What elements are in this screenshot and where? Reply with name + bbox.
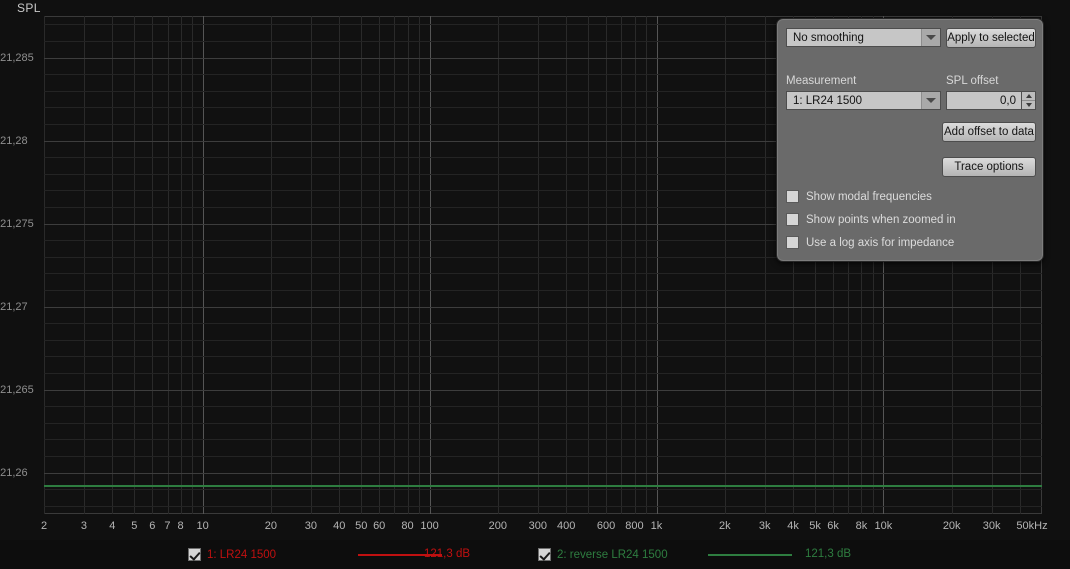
gridline-horizontal xyxy=(44,455,1042,457)
chevron-down-icon[interactable] xyxy=(921,92,940,109)
legend-label: 1: LR24 1500 xyxy=(207,548,277,561)
gridline-horizontal xyxy=(44,406,1042,408)
spinner-up-icon[interactable] xyxy=(1022,92,1035,101)
x-tick-label: 7 xyxy=(164,520,171,532)
x-tick-label: 10 xyxy=(196,520,209,532)
x-tick-label: 5k xyxy=(809,520,821,532)
x-tick-label: 30k xyxy=(982,520,1001,532)
x-tick-label: 3k xyxy=(758,520,771,532)
x-tick-label: 300 xyxy=(528,520,547,532)
gridline-horizontal xyxy=(44,273,1042,275)
x-tick-label: 5 xyxy=(131,520,138,532)
spl-offset-stepper[interactable]: 0,0 xyxy=(946,91,1036,110)
legend-item[interactable]: 1: LR24 1500 xyxy=(188,540,276,569)
y-tick-label: 121,285 xyxy=(0,51,34,64)
legend-value: 121,3 dB xyxy=(805,548,852,560)
y-tick-label: 121,275 xyxy=(0,217,34,230)
gridline-horizontal xyxy=(44,372,1042,374)
checkbox-label: Use a log axis for impedance xyxy=(806,236,955,249)
gridline-horizontal xyxy=(44,505,1042,507)
trace-line-2 xyxy=(44,484,1042,487)
panel-checkbox-row[interactable]: Use a log axis for impedance xyxy=(786,236,954,249)
gridline-horizontal xyxy=(44,356,1042,358)
measurement-combobox[interactable]: 1: LR24 1500 xyxy=(786,91,941,110)
x-tick-label: 80 xyxy=(401,520,414,532)
x-tick-label: 8 xyxy=(177,520,184,532)
checkbox-label: Show modal frequencies xyxy=(806,190,932,203)
gridline-horizontal xyxy=(44,339,1042,341)
legend-value: 121,3 dB xyxy=(424,548,471,560)
y-tick-label: 121,27 xyxy=(0,300,28,313)
x-tick-label: 1k xyxy=(650,520,663,532)
gridline-horizontal xyxy=(44,489,1042,491)
x-tick-label: 400 xyxy=(556,520,576,532)
x-tick-label: 6 xyxy=(149,520,156,532)
spl-offset-label: SPL offset xyxy=(946,75,999,87)
y-tick-label: 121,265 xyxy=(0,383,34,396)
x-tick-label: 3 xyxy=(80,520,88,532)
gridline-horizontal xyxy=(44,389,1042,391)
legend-item[interactable]: 2: reverse LR24 1500 xyxy=(538,540,668,569)
checkbox[interactable] xyxy=(786,236,799,249)
x-tick-label: 30 xyxy=(304,520,317,532)
x-tick-label: 4 xyxy=(109,520,116,532)
apply-to-selected-button[interactable]: Apply to selected xyxy=(946,28,1036,48)
y-tick-label: 121,28 xyxy=(0,134,28,147)
trace-options-button[interactable]: Trace options xyxy=(942,157,1036,177)
x-tick-label: 50 xyxy=(355,520,368,532)
gridline-horizontal xyxy=(44,323,1042,325)
trace-control-panel: No smoothing Apply to selected Measureme… xyxy=(776,18,1044,262)
x-tick-label: 2 xyxy=(40,520,48,532)
x-tick-label: 20k xyxy=(942,520,961,532)
x-tick-label: 20 xyxy=(264,520,278,532)
gridline-horizontal xyxy=(44,472,1042,474)
legend: 1: LR24 1500 121,3 dB 2: reverse LR24 1500… xyxy=(0,540,1070,569)
x-tick-label: 600 xyxy=(596,520,616,532)
y-tick-label: 121,26 xyxy=(0,466,28,479)
x-tick-label: 40 xyxy=(333,520,346,532)
legend-label: 2: reverse LR24 1500 xyxy=(557,548,668,561)
gridline-horizontal xyxy=(44,439,1042,441)
smoothing-value: No smoothing xyxy=(793,31,864,44)
legend-color-swatch xyxy=(708,554,792,556)
panel-checkbox-row[interactable]: Show modal frequencies xyxy=(786,190,932,203)
legend-checkbox[interactable] xyxy=(188,548,201,561)
x-tick-label: 800 xyxy=(625,520,644,532)
gridline-horizontal xyxy=(44,306,1042,308)
spl-offset-spin-buttons[interactable] xyxy=(1022,91,1036,110)
chevron-down-icon[interactable] xyxy=(921,29,940,46)
checkbox[interactable] xyxy=(786,190,799,203)
x-tick-label: 100 xyxy=(420,520,439,532)
add-offset-to-data-button[interactable]: Add offset to data xyxy=(942,122,1036,142)
x-tick-label: 200 xyxy=(488,520,508,532)
y-axis-title: SPL xyxy=(17,1,41,15)
gridline-horizontal xyxy=(44,422,1042,424)
x-tick-label: 60 xyxy=(373,520,386,532)
panel-checkbox-row[interactable]: Show points when zoomed in xyxy=(786,213,956,226)
smoothing-combobox[interactable]: No smoothing xyxy=(786,28,941,47)
x-tick-label: 6k xyxy=(827,520,839,532)
gridline-horizontal xyxy=(44,289,1042,291)
measurement-value: 1: LR24 1500 xyxy=(793,94,863,107)
measurement-label: Measurement xyxy=(786,75,857,87)
spinner-down-icon[interactable] xyxy=(1022,101,1035,109)
checkbox-label: Show points when zoomed in xyxy=(806,213,956,226)
x-tick-label: 2k xyxy=(718,520,731,532)
legend-checkbox[interactable] xyxy=(538,548,551,561)
x-tick-label: 10k xyxy=(874,520,893,532)
spl-offset-value[interactable]: 0,0 xyxy=(946,91,1022,110)
x-tick-label: 50kHz xyxy=(1016,520,1048,532)
checkbox[interactable] xyxy=(786,213,799,226)
x-tick-label: 8k xyxy=(855,520,868,532)
x-tick-label: 4k xyxy=(787,520,799,532)
